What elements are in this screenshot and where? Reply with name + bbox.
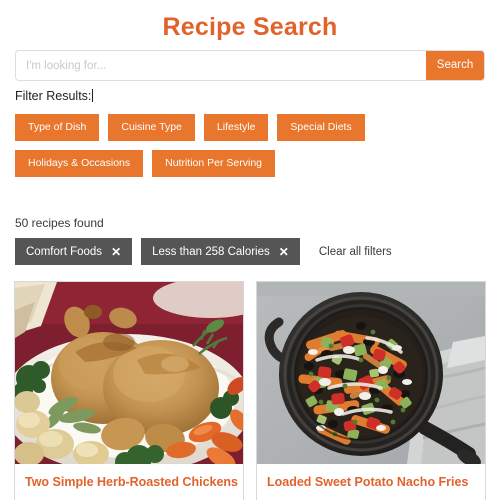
filter-button-special-diets[interactable]: Special Diets	[277, 114, 365, 141]
filter-button-nutrition-per-serving[interactable]: Nutrition Per Serving	[152, 150, 275, 177]
recipe-card-grid: Two Simple Herb-Roasted Chickens Loaded …	[14, 281, 486, 500]
applied-filter-chip-comfort-foods[interactable]: Comfort Foods ✕	[15, 238, 133, 265]
sweet-potato-nacho-fries-photo	[257, 282, 485, 464]
search-input[interactable]	[16, 51, 426, 80]
clear-all-filters-link[interactable]: Clear all filters	[319, 246, 392, 258]
recipe-search-page: Recipe Search Search Filter Results: Typ…	[0, 0, 500, 500]
recipe-card-title[interactable]: Loaded Sweet Potato Nacho Fries	[257, 464, 485, 500]
filter-button-type-of-dish[interactable]: Type of Dish	[15, 114, 100, 141]
recipe-card[interactable]: Two Simple Herb-Roasted Chickens	[14, 281, 244, 500]
close-icon[interactable]: ✕	[279, 246, 289, 258]
results-count: 50 recipes found	[15, 216, 104, 230]
roasted-chickens-photo	[15, 282, 243, 464]
filter-button-holidays-occasions[interactable]: Holidays & Occasions	[15, 150, 144, 177]
chip-label: Less than 258 Calories	[152, 245, 270, 258]
recipe-card-title[interactable]: Two Simple Herb-Roasted Chickens	[15, 464, 243, 500]
chip-label: Comfort Foods	[26, 245, 103, 258]
category-filter-buttons: Type of Dish Cuisine Type Lifestyle Spec…	[15, 114, 487, 177]
applied-filter-chip-less-than-258-calories[interactable]: Less than 258 Calories ✕	[141, 238, 300, 265]
filter-results-label: Filter Results:	[15, 88, 94, 104]
page-title: Recipe Search	[162, 13, 338, 41]
recipe-card[interactable]: Loaded Sweet Potato Nacho Fries	[256, 281, 486, 500]
search-bar: Search	[15, 50, 485, 81]
filter-results-text: Filter Results:	[15, 89, 92, 103]
filter-button-lifestyle[interactable]: Lifestyle	[203, 114, 269, 141]
search-button[interactable]: Search	[426, 51, 484, 80]
applied-filters-row: Comfort Foods ✕ Less than 258 Calories ✕…	[15, 238, 392, 265]
text-cursor	[92, 89, 94, 102]
filter-button-cuisine-type[interactable]: Cuisine Type	[108, 114, 195, 141]
close-icon[interactable]: ✕	[111, 246, 121, 258]
